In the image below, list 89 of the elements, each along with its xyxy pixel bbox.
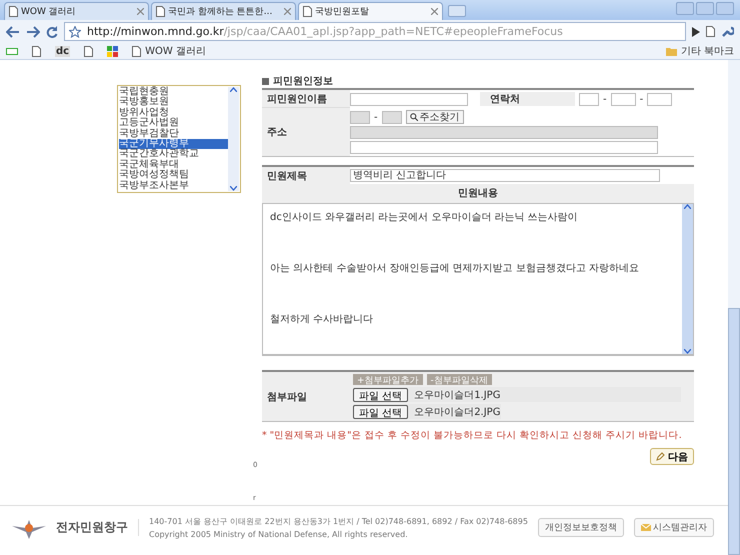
list-option[interactable]: 국방여성정책팀 (119, 170, 228, 181)
section-title: 피민원인정보 (273, 75, 333, 88)
field-label: 주소 (262, 108, 350, 156)
scroll-up-icon[interactable] (684, 204, 691, 209)
colored-squares-icon[interactable] (107, 46, 118, 56)
page-menu-icon (706, 26, 715, 37)
search-icon (410, 113, 418, 121)
subject-field[interactable]: 병역비리 신고합니다 (350, 169, 660, 182)
maximize-button[interactable] (696, 2, 714, 15)
bookmark-label[interactable]: dc (55, 46, 70, 56)
list-option[interactable]: 국군간호사관학교 (119, 149, 228, 160)
choose-file-button[interactable]: 파일 선택 (353, 404, 408, 418)
notice-text: * "민원제목과 내용"은 접수 후 수정이 불가능하므로 다시 확인하시고 신청해 주시기 바랍니다. (262, 429, 683, 442)
bookmark-label[interactable]: WOW 갤러리 (145, 44, 206, 58)
file-name: 오우마이슬더2.JPG (414, 406, 500, 418)
list-option[interactable]: 고등군사법원 (119, 118, 228, 129)
content-line: 아는 의사한테 수술받아서 장애인등급에 면제까지받고 보험금챙겼다고 자랑하네요 (270, 262, 640, 275)
content-line: dc인사이드 와우갤러리 라는곳에서 오우마이슬더 라는닉 쓰는사람이 (270, 211, 579, 224)
wrench-icon[interactable] (721, 25, 734, 38)
page-icon (303, 6, 312, 17)
dash-text: - (374, 112, 378, 122)
phone-field[interactable] (579, 92, 599, 106)
bookmark-label[interactable]: 기타 북마크 (680, 44, 734, 58)
list-option[interactable]: 방위사업청 (119, 108, 228, 118)
field-label: 민원내용 (262, 184, 694, 203)
page-icon (9, 6, 18, 17)
field-label: 연락처 (480, 92, 575, 106)
organization-listbox[interactable]: 국립현충원 국방홍보원 방위사업청 고등군사법원 국방부검찰단 국군기무사령부 국군간호사관학교 국군체육부대 국방여성정책팀 국방부조사본부 (117, 85, 241, 193)
list-option[interactable]: 국군기무사령부 (119, 139, 228, 150)
star-icon[interactable] (69, 26, 81, 38)
next-button[interactable]: 다음 (650, 448, 694, 465)
list-scrollbar[interactable] (228, 87, 239, 191)
scroll-down-icon[interactable] (230, 186, 237, 191)
bookmark-icon[interactable] (6, 48, 18, 54)
close-icon[interactable] (431, 8, 438, 15)
list-option[interactable]: 국립현충원 (119, 87, 228, 98)
browser-tab[interactable]: 국민과 함께하는 튼튼한... (151, 2, 296, 20)
dash-text: - (603, 94, 607, 104)
page-icon (32, 46, 41, 56)
find-address-button[interactable]: 주소찾기 (406, 110, 464, 124)
close-window-button[interactable] (716, 2, 734, 15)
field-label: 민원제목 (262, 167, 350, 184)
zip-field[interactable] (382, 110, 402, 124)
scroll-down-icon[interactable] (684, 349, 691, 354)
admin-button[interactable]: 시스템관리자 (634, 518, 714, 537)
pencil-icon (656, 452, 665, 461)
dash-text: - (640, 94, 644, 104)
zip-field[interactable] (350, 110, 370, 124)
minimize-button[interactable] (676, 2, 694, 15)
bullet-icon (262, 78, 269, 84)
list-option[interactable]: 국방부검찰단 (119, 128, 228, 140)
scroll-thumb[interactable] (728, 308, 740, 555)
name-field[interactable] (350, 92, 468, 106)
close-icon[interactable] (284, 8, 291, 15)
list-option[interactable]: 국방홍보원 (119, 97, 228, 108)
page-icon (156, 6, 165, 17)
play-icon[interactable] (692, 26, 700, 36)
mail-icon (640, 524, 651, 531)
footer-copyright: Copyright 2005 Ministry of National Defense, All rights reserved. (149, 530, 409, 539)
textarea-scrollbar[interactable] (682, 204, 693, 354)
footer-address: 140-701 서울 용산구 이태원로 22번지 용산동3가 1번지 / Tel 02)748-6891, 6892 / Fax 02)748-6895 (149, 516, 528, 527)
content-line: 철저하게 수사바랍니다 (270, 313, 374, 326)
field-label: 피민원인이름 (262, 90, 350, 108)
forward-icon[interactable] (26, 26, 40, 38)
list-option[interactable]: 국방부조사본부 (119, 180, 228, 192)
browser-tab[interactable]: WOW 갤러리 (4, 2, 149, 20)
list-option[interactable]: 국군체육부대 (119, 160, 228, 170)
content-textarea[interactable]: dc인사이드 와우갤러리 라는곳에서 오우마이슬더 라는닉 쓰는사람이 아는 의사한테 수술받아서 장애인등급에 면제까지받고 보험금챙겼다고 자랑하네요 철저하게 수사바랍니다 (262, 203, 694, 355)
browser-tab[interactable]: 국방민원포탈 (298, 2, 443, 20)
site-logo: 전자민원창구 (56, 519, 139, 536)
page-icon (84, 46, 94, 56)
scroll-up-icon[interactable] (230, 87, 237, 92)
page-icon (132, 46, 142, 56)
address-bar[interactable]: http://minwon.mnd.go.kr/jsp/caa/CAA01_apl.jsp?app_path=NETC#epeopleFrameFocus (64, 22, 686, 41)
reload-icon[interactable] (46, 26, 58, 38)
new-tab-button[interactable] (448, 5, 466, 17)
field-label: 첨부파일 (262, 372, 350, 421)
address-detail-field[interactable] (350, 141, 658, 154)
url-text: http://minwon.mnd.go.kr/jsp/caa/CAA01_apl.jsp?app_path=NETC#epeopleFrameFocus (87, 25, 563, 38)
privacy-policy-button[interactable]: 개인정보보호정책 (538, 518, 624, 537)
choose-file-button[interactable]: 파일 선택 (353, 388, 408, 402)
back-icon[interactable] (6, 26, 20, 38)
phone-field[interactable] (610, 92, 636, 106)
folder-icon[interactable] (666, 46, 677, 56)
file-name: 오우마이슬더1.JPG (414, 388, 500, 402)
phone-field[interactable] (647, 92, 672, 106)
page-scrollbar[interactable] (728, 60, 740, 555)
address-field[interactable] (350, 126, 658, 139)
close-icon[interactable] (137, 8, 144, 15)
